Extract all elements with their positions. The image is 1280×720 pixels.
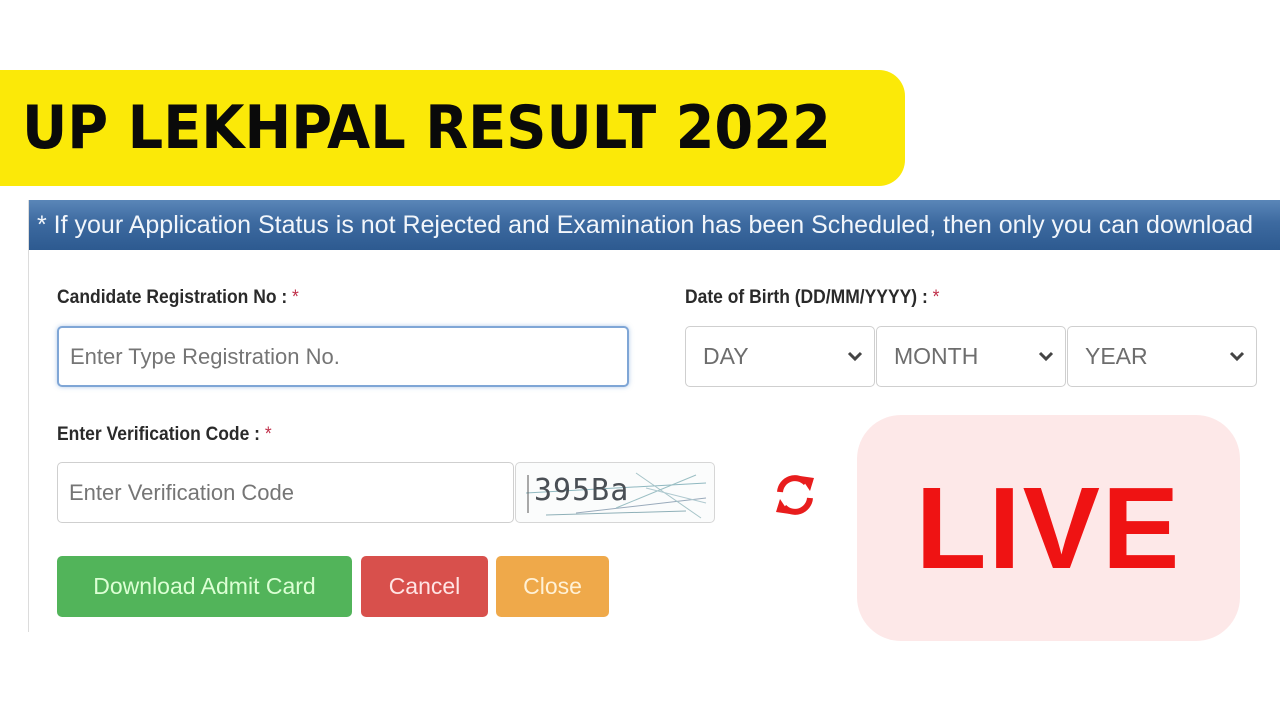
dob-day-value: DAY: [703, 343, 749, 369]
chevron-down-icon: [1038, 351, 1054, 362]
live-badge-text: LIVE: [915, 463, 1182, 593]
dob-month-value: MONTH: [894, 343, 979, 369]
download-admit-card-button[interactable]: Download Admit Card: [57, 556, 352, 617]
registration-input[interactable]: [57, 326, 629, 387]
required-mark: *: [264, 424, 272, 445]
chevron-down-icon: [847, 351, 863, 362]
registration-label: Candidate Registration No : *: [57, 287, 299, 309]
refresh-icon[interactable]: [772, 472, 818, 518]
registration-label-text: Candidate Registration No :: [57, 287, 288, 308]
close-button[interactable]: Close: [496, 556, 609, 617]
dob-label: Date of Birth (DD/MM/YYYY) : *: [685, 287, 939, 309]
required-mark: *: [292, 287, 299, 308]
live-badge: LIVE: [857, 415, 1240, 641]
verification-label-text: Enter Verification Code :: [57, 424, 261, 445]
headline-banner: UP LEKHPAL RESULT 2022: [0, 70, 905, 186]
captcha-text: 395Ba: [534, 473, 630, 508]
dob-label-text: Date of Birth (DD/MM/YYYY) :: [685, 287, 928, 308]
download-button-label: Download Admit Card: [93, 573, 316, 599]
dob-year-select[interactable]: YEAR: [1067, 326, 1257, 387]
headline-title: UP LEKHPAL RESULT 2022: [22, 93, 831, 163]
chevron-down-icon: [1229, 351, 1245, 362]
required-mark: *: [932, 287, 940, 308]
verification-label: Enter Verification Code : *: [57, 424, 272, 446]
dob-month-select[interactable]: MONTH: [876, 326, 1066, 387]
verification-code-input[interactable]: [57, 462, 514, 523]
close-button-label: Close: [523, 573, 582, 599]
cancel-button[interactable]: Cancel: [361, 556, 488, 617]
cancel-button-label: Cancel: [388, 573, 461, 599]
dob-year-value: YEAR: [1085, 343, 1148, 369]
dob-day-select[interactable]: DAY: [685, 326, 875, 387]
captcha-image: 395Ba: [515, 462, 715, 523]
notice-bar: * If your Application Status is not Reje…: [29, 200, 1280, 250]
